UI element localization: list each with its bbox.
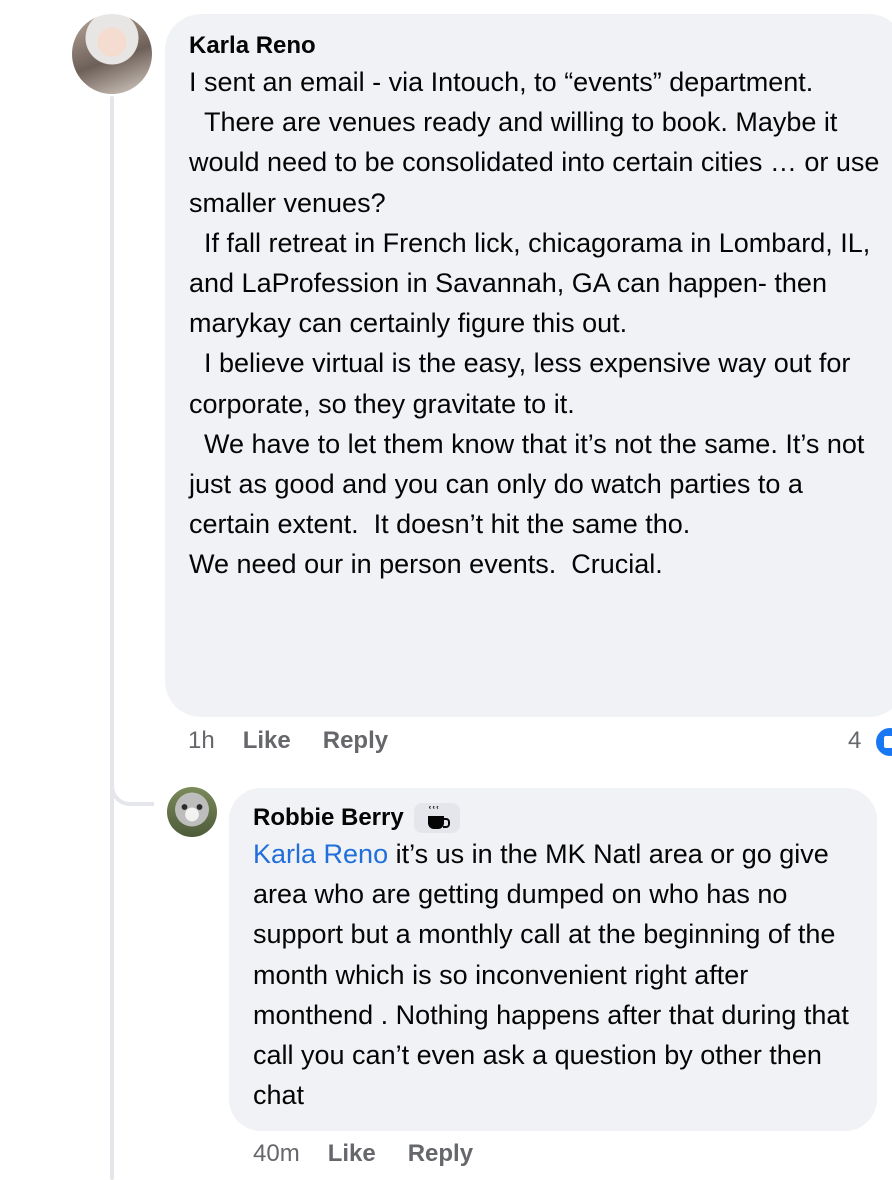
thread-reply-connector [110, 760, 154, 806]
reply-button[interactable]: Reply [323, 727, 388, 755]
reaction-count[interactable]: 4 [848, 727, 861, 755]
reply-bubble: Robbie Berry ՙՙՙ Karla Reno it’s us in t… [229, 788, 877, 1131]
reply-actions: 40m Like Reply [253, 1140, 505, 1168]
coffee-cup-icon[interactable]: ՙՙՙ [413, 803, 460, 833]
mention-link[interactable]: Karla Reno [253, 839, 388, 869]
reply-text-body: it’s us in the MK Natl area or go give a… [253, 839, 857, 1111]
like-icon[interactable] [873, 725, 892, 759]
comment-actions: 1h Like Reply [188, 727, 420, 755]
avatar[interactable] [72, 14, 152, 94]
reply-button[interactable]: Reply [408, 1140, 473, 1168]
like-button[interactable]: Like [328, 1140, 376, 1168]
reply-author-name[interactable]: Robbie Berry [253, 802, 404, 834]
comment-text: Karla Reno it’s us in the MK Natl area o… [253, 834, 853, 1115]
comment-author: Robbie Berry ՙՙՙ [253, 802, 853, 834]
thread-connector-line [110, 96, 114, 1180]
avatar[interactable] [167, 787, 217, 837]
comment-timestamp[interactable]: 40m [253, 1140, 300, 1168]
comment-bubble: Karla Reno I sent an email - via Intouch… [165, 14, 892, 717]
like-button[interactable]: Like [243, 727, 291, 755]
comment-timestamp[interactable]: 1h [188, 727, 215, 755]
comment-text: I sent an email - via Intouch, to “event… [189, 67, 880, 580]
comment-author[interactable]: Karla Reno [189, 30, 881, 62]
